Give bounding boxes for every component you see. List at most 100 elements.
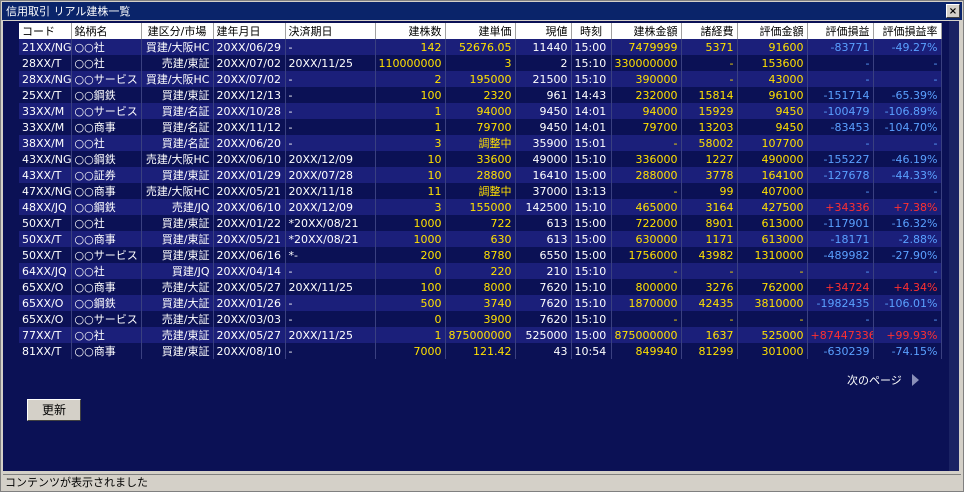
- table-cell: -: [807, 311, 874, 327]
- table-cell: 210: [515, 263, 572, 279]
- table-cell: 7000: [375, 343, 446, 359]
- column-header[interactable]: 建単価: [445, 23, 516, 39]
- table-row[interactable]: 33XX/M ○○サービス 買建/名証 20XX/10/28-1 94000 9450 14…: [19, 103, 942, 119]
- table-cell: 630: [445, 231, 516, 247]
- column-header[interactable]: 建株金額: [611, 23, 682, 39]
- table-cell: 3: [445, 55, 516, 71]
- table-cell: 10:54: [571, 343, 612, 359]
- column-header[interactable]: 建区分/市場: [141, 23, 214, 39]
- refresh-button[interactable]: 更新: [27, 399, 81, 421]
- table-cell: 390000: [611, 71, 682, 87]
- column-header[interactable]: 評価損益: [807, 23, 874, 39]
- table-row[interactable]: 43XX/NG ○○鋼鉄 売建/大阪HC 20XX/06/10 20XX/12/09 10…: [19, 151, 942, 167]
- table-cell: 9450: [737, 119, 808, 135]
- table-cell: 28800: [445, 167, 516, 183]
- table-cell: 79700: [611, 119, 682, 135]
- table-cell: -: [285, 135, 376, 151]
- close-button[interactable]: ×: [946, 4, 960, 18]
- table-row[interactable]: 64XX/JQ ○○社 買建/JQ 20XX/04/14-0 220 210 15:10- -…: [19, 263, 942, 279]
- table-cell: *-: [285, 247, 376, 263]
- table-cell: 買建/東証: [141, 215, 214, 231]
- table-cell: 465000: [611, 199, 682, 215]
- column-header[interactable]: 決済期日: [285, 23, 376, 39]
- column-header[interactable]: 建年月日: [213, 23, 286, 39]
- table-cell: 43XX/NG: [19, 151, 72, 167]
- table-cell: 37000: [515, 183, 572, 199]
- table-cell: 買建/大証: [141, 295, 214, 311]
- table-cell: 買建/東証: [141, 87, 214, 103]
- table-cell: 630000: [611, 231, 682, 247]
- next-page-link[interactable]: 次のページ: [847, 372, 919, 388]
- table-row[interactable]: 50XX/T ○○サービス 買建/東証 20XX/06/16 *- 200 8780 6550…: [19, 247, 942, 263]
- table-cell: 1000: [375, 215, 446, 231]
- table-row[interactable]: 77XX/T ○○社 売建/東証 20XX/05/27 20XX/11/25 1 87500…: [19, 327, 942, 343]
- table-cell: 50XX/T: [19, 215, 72, 231]
- positions-table: コード 銘柄名 建区分/市場 建年月日 決済期日 建株数 建単価 現値 時刻 建株金額 諸経費 評価金…: [19, 23, 942, 359]
- table-cell: +4.34%: [873, 279, 942, 295]
- column-header[interactable]: コード: [19, 23, 72, 39]
- table-cell: 14:01: [571, 103, 612, 119]
- table-cell: 722000: [611, 215, 682, 231]
- column-header[interactable]: 時刻: [571, 23, 612, 39]
- table-cell: 94000: [611, 103, 682, 119]
- table-cell: 調整中: [445, 183, 516, 199]
- table-cell: 99: [681, 183, 738, 199]
- table-cell: 8901: [681, 215, 738, 231]
- table-cell: +34336: [807, 199, 874, 215]
- table-cell: -: [285, 311, 376, 327]
- table-row[interactable]: 65XX/O ○○鋼鉄 買建/大証 20XX/01/26-500 3740 7620 15:…: [19, 295, 942, 311]
- vertical-scrollbar[interactable]: [949, 21, 959, 471]
- table-row[interactable]: 28XX/NG ○○サービス 買建/大阪HC 20XX/07/02-2 195000 21…: [19, 71, 942, 87]
- table-row[interactable]: 50XX/T ○○商事 買建/東証 20XX/05/21 *20XX/08/21 1000…: [19, 231, 942, 247]
- table-cell: -: [873, 311, 942, 327]
- table-row[interactable]: 28XX/T ○○社 売建/東証 20XX/07/02 20XX/11/25 110000…: [19, 55, 942, 71]
- table-cell: 20XX/07/28: [285, 167, 376, 183]
- table-cell: ○○サービス: [71, 311, 142, 327]
- table-cell: 875000000: [611, 327, 682, 343]
- column-header[interactable]: 諸経費: [681, 23, 738, 39]
- table-cell: 232000: [611, 87, 682, 103]
- table-cell: 買建/大阪HC: [141, 71, 214, 87]
- column-header[interactable]: 評価金額: [737, 23, 808, 39]
- table-row[interactable]: 25XX/T ○○鋼鉄 買建/東証 20XX/12/13-100 2320 961 14:4…: [19, 87, 942, 103]
- table-cell: -106.01%: [873, 295, 942, 311]
- table-cell: 1: [375, 327, 446, 343]
- table-row[interactable]: 65XX/O ○○商事 売建/大証 20XX/05/27 20XX/11/25 100 80…: [19, 279, 942, 295]
- column-header[interactable]: 建株数: [375, 23, 446, 39]
- table-row[interactable]: 21XX/NG ○○社 買建/大阪HC 20XX/06/29-142 52676.05 1…: [19, 39, 942, 55]
- table-cell: 21500: [515, 71, 572, 87]
- table-cell: ○○鋼鉄: [71, 199, 142, 215]
- table-row[interactable]: 48XX/JQ ○○鋼鉄 売建/JQ 20XX/06/10 20XX/12/09 3 155…: [19, 199, 942, 215]
- table-cell: -18171: [807, 231, 874, 247]
- table-cell: 142: [375, 39, 446, 55]
- table-row[interactable]: 47XX/NG ○○商事 売建/大阪HC 20XX/05/21 20XX/11/18 11…: [19, 183, 942, 199]
- table-row[interactable]: 50XX/T ○○社 買建/東証 20XX/01/22 *20XX/08/21 1000 7…: [19, 215, 942, 231]
- table-row[interactable]: 38XX/M ○○社 買建/名証 20XX/06/20-3 調整中 35900 15:01-…: [19, 135, 942, 151]
- table-cell: 20XX/08/10: [213, 343, 286, 359]
- table-cell: 20XX/05/21: [213, 183, 286, 199]
- table-cell: 15:10: [571, 263, 612, 279]
- table-cell: 調整中: [445, 135, 516, 151]
- table-cell: 15814: [681, 87, 738, 103]
- table-cell: 買建/大阪HC: [141, 39, 214, 55]
- table-row[interactable]: 65XX/O ○○サービス 売建/大証 20XX/03/03-0 3900 7620 15:…: [19, 311, 942, 327]
- table-cell: 買建/名証: [141, 119, 214, 135]
- table-cell: ○○社: [71, 39, 142, 55]
- table-cell: 15929: [681, 103, 738, 119]
- column-header[interactable]: 銘柄名: [71, 23, 142, 39]
- table-cell: -: [285, 39, 376, 55]
- table-row[interactable]: 81XX/T ○○商事 買建/東証 20XX/08/10-7000 121.42 43 10…: [19, 343, 942, 359]
- column-header[interactable]: 評価損益率: [873, 23, 942, 39]
- table-cell: -83453: [807, 119, 874, 135]
- table-cell: 50XX/T: [19, 231, 72, 247]
- table-row[interactable]: 43XX/T ○○証券 買建/東証 20XX/01/29 20XX/07/28 10 288…: [19, 167, 942, 183]
- table-cell: 14:01: [571, 119, 612, 135]
- table-cell: -151714: [807, 87, 874, 103]
- table-cell: -2.88%: [873, 231, 942, 247]
- table-cell: ○○社: [71, 135, 142, 151]
- column-header[interactable]: 現値: [515, 23, 572, 39]
- table-row[interactable]: 33XX/M ○○商事 買建/名証 20XX/11/12-1 79700 9450 14:0…: [19, 119, 942, 135]
- table-cell: 15:01: [571, 135, 612, 151]
- table-cell: 15:10: [571, 199, 612, 215]
- table-cell: 1310000: [737, 247, 808, 263]
